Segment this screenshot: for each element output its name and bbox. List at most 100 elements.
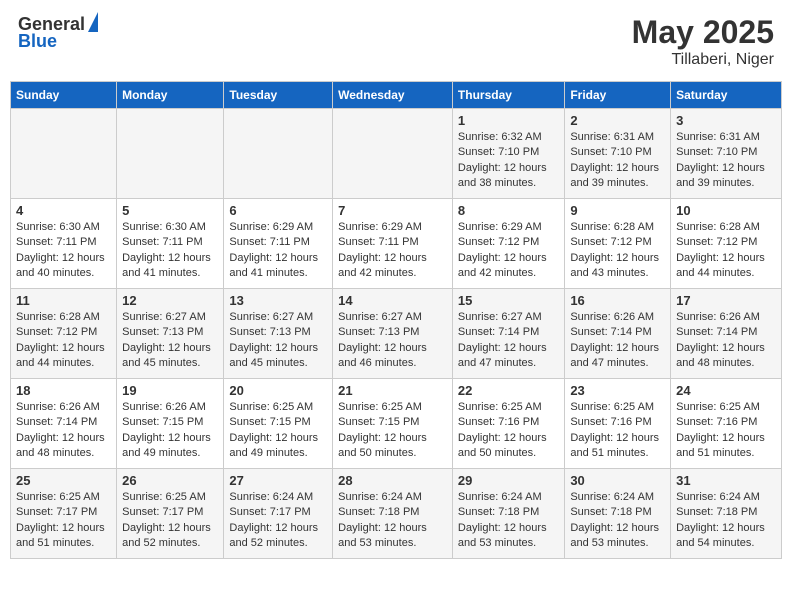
day-number: 14 <box>338 293 447 308</box>
day-number: 30 <box>570 473 665 488</box>
day-number: 20 <box>229 383 327 398</box>
calendar-cell: 26Sunrise: 6:25 AM Sunset: 7:17 PM Dayli… <box>117 469 224 559</box>
day-number: 17 <box>676 293 776 308</box>
header-row: SundayMondayTuesdayWednesdayThursdayFrid… <box>11 82 782 109</box>
calendar-cell: 24 Sunrise: 6:25 AM Sunset: 7:16 PM Dayli… <box>671 379 782 469</box>
day-number: 8 <box>458 203 559 218</box>
day-info: Sunrise: 6:29 AM Sunset: 7:11 PM Dayligh… <box>229 220 327 282</box>
calendar-cell: 16 Sunrise: 6:26 AM Sunset: 7:14 PM Dayli… <box>565 289 671 379</box>
day-number: 21 <box>338 383 447 398</box>
logo-blue-text: Blue <box>18 31 57 52</box>
day-number: 31 <box>676 473 776 488</box>
day-info: Sunrise: 6:25 AM Sunset: 7:17 PM Dayligh… <box>16 490 111 552</box>
calendar-cell <box>117 109 224 199</box>
day-info: Sunrise: 6:26 AM Sunset: 7:15 PM Dayligh… <box>122 400 218 462</box>
logo-triangle-icon <box>88 12 98 32</box>
day-info: Sunrise: 6:29 AM Sunset: 7:12 PM Dayligh… <box>458 220 559 282</box>
day-info: Sunrise: 6:30 AM Sunset: 7:11 PM Dayligh… <box>122 220 218 282</box>
day-number: 5 <box>122 203 218 218</box>
day-header-sunday: Sunday <box>11 82 117 109</box>
calendar-cell: 1Sunrise: 6:32 AM Sunset: 7:10 PM Daylig… <box>452 109 564 199</box>
day-number: 28 <box>338 473 447 488</box>
day-info: Sunrise: 6:31 AM Sunset: 7:10 PM Dayligh… <box>570 130 665 192</box>
day-number: 15 <box>458 293 559 308</box>
calendar-title: May 2025 <box>632 14 774 51</box>
day-number: 12 <box>122 293 218 308</box>
day-info: Sunrise: 6:26 AM Sunset: 7:14 PM Dayligh… <box>676 310 776 372</box>
logo-content: General Blue <box>18 14 98 52</box>
day-info: Sunrise: 6:27 AM Sunset: 7:13 PM Dayligh… <box>338 310 447 372</box>
calendar-header: SundayMondayTuesdayWednesdayThursdayFrid… <box>11 82 782 109</box>
day-number: 24 <box>676 383 776 398</box>
day-number: 7 <box>338 203 447 218</box>
day-number: 23 <box>570 383 665 398</box>
calendar-cell: 18 Sunrise: 6:26 AM Sunset: 7:14 PM Dayli… <box>11 379 117 469</box>
calendar-cell: 30 Sunrise: 6:24 AM Sunset: 7:18 PM Dayli… <box>565 469 671 559</box>
day-number: 19 <box>122 383 218 398</box>
week-row: 25 Sunrise: 6:25 AM Sunset: 7:17 PM Dayli… <box>11 469 782 559</box>
day-info: Sunrise: 6:24 AM Sunset: 7:18 PM Dayligh… <box>676 490 776 552</box>
calendar-cell: 19 Sunrise: 6:26 AM Sunset: 7:15 PM Dayli… <box>117 379 224 469</box>
calendar-body: 1Sunrise: 6:32 AM Sunset: 7:10 PM Daylig… <box>11 109 782 559</box>
day-header-monday: Monday <box>117 82 224 109</box>
day-info: Sunrise: 6:28 AM Sunset: 7:12 PM Dayligh… <box>16 310 111 372</box>
day-info: Sunrise: 6:27 AM Sunset: 7:14 PM Dayligh… <box>458 310 559 372</box>
day-number: 2 <box>570 113 665 128</box>
calendar-cell: 27Sunrise: 6:24 AM Sunset: 7:17 PM Dayli… <box>224 469 333 559</box>
day-info: Sunrise: 6:25 AM Sunset: 7:16 PM Dayligh… <box>676 400 776 462</box>
day-number: 29 <box>458 473 559 488</box>
week-row: 4 Sunrise: 6:30 AM Sunset: 7:11 PM Daylig… <box>11 199 782 289</box>
calendar-cell: 22 Sunrise: 6:25 AM Sunset: 7:16 PM Dayli… <box>452 379 564 469</box>
day-info: Sunrise: 6:25 AM Sunset: 7:17 PM Dayligh… <box>122 490 218 552</box>
day-number: 4 <box>16 203 111 218</box>
day-header-saturday: Saturday <box>671 82 782 109</box>
calendar-cell: 13Sunrise: 6:27 AM Sunset: 7:13 PM Dayli… <box>224 289 333 379</box>
calendar-cell: 10 Sunrise: 6:28 AM Sunset: 7:12 PM Dayli… <box>671 199 782 289</box>
calendar-cell: 5 Sunrise: 6:30 AM Sunset: 7:11 PM Daylig… <box>117 199 224 289</box>
day-info: Sunrise: 6:25 AM Sunset: 7:16 PM Dayligh… <box>458 400 559 462</box>
calendar-cell: 21 Sunrise: 6:25 AM Sunset: 7:15 PM Dayli… <box>333 379 453 469</box>
day-number: 18 <box>16 383 111 398</box>
day-info: Sunrise: 6:29 AM Sunset: 7:11 PM Dayligh… <box>338 220 447 282</box>
calendar-cell: 17 Sunrise: 6:26 AM Sunset: 7:14 PM Dayli… <box>671 289 782 379</box>
calendar-cell: 31 Sunrise: 6:24 AM Sunset: 7:18 PM Dayli… <box>671 469 782 559</box>
day-info: Sunrise: 6:28 AM Sunset: 7:12 PM Dayligh… <box>676 220 776 282</box>
day-number: 13 <box>229 293 327 308</box>
day-info: Sunrise: 6:25 AM Sunset: 7:15 PM Dayligh… <box>338 400 447 462</box>
day-number: 1 <box>458 113 559 128</box>
day-number: 11 <box>16 293 111 308</box>
day-info: Sunrise: 6:26 AM Sunset: 7:14 PM Dayligh… <box>16 400 111 462</box>
day-info: Sunrise: 6:24 AM Sunset: 7:18 PM Dayligh… <box>458 490 559 552</box>
day-number: 3 <box>676 113 776 128</box>
calendar-subtitle: Tillaberi, Niger <box>632 51 774 69</box>
calendar-cell <box>333 109 453 199</box>
calendar-cell: 9Sunrise: 6:28 AM Sunset: 7:12 PM Daylig… <box>565 199 671 289</box>
calendar-cell: 7 Sunrise: 6:29 AM Sunset: 7:11 PM Daylig… <box>333 199 453 289</box>
day-info: Sunrise: 6:30 AM Sunset: 7:11 PM Dayligh… <box>16 220 111 282</box>
day-number: 27 <box>229 473 327 488</box>
calendar-cell: 6Sunrise: 6:29 AM Sunset: 7:11 PM Daylig… <box>224 199 333 289</box>
calendar-cell <box>11 109 117 199</box>
day-info: Sunrise: 6:25 AM Sunset: 7:16 PM Dayligh… <box>570 400 665 462</box>
day-number: 10 <box>676 203 776 218</box>
day-info: Sunrise: 6:28 AM Sunset: 7:12 PM Dayligh… <box>570 220 665 282</box>
day-number: 22 <box>458 383 559 398</box>
calendar-table: SundayMondayTuesdayWednesdayThursdayFrid… <box>10 81 782 559</box>
calendar-cell: 20 Sunrise: 6:25 AM Sunset: 7:15 PM Dayli… <box>224 379 333 469</box>
calendar-cell: 3 Sunrise: 6:31 AM Sunset: 7:10 PM Daylig… <box>671 109 782 199</box>
calendar-cell: 14 Sunrise: 6:27 AM Sunset: 7:13 PM Dayli… <box>333 289 453 379</box>
day-number: 25 <box>16 473 111 488</box>
day-info: Sunrise: 6:26 AM Sunset: 7:14 PM Dayligh… <box>570 310 665 372</box>
week-row: 11 Sunrise: 6:28 AM Sunset: 7:12 PM Dayli… <box>11 289 782 379</box>
calendar-cell: 2 Sunrise: 6:31 AM Sunset: 7:10 PM Daylig… <box>565 109 671 199</box>
day-info: Sunrise: 6:31 AM Sunset: 7:10 PM Dayligh… <box>676 130 776 192</box>
calendar-cell: 29 Sunrise: 6:24 AM Sunset: 7:18 PM Dayli… <box>452 469 564 559</box>
day-info: Sunrise: 6:24 AM Sunset: 7:18 PM Dayligh… <box>570 490 665 552</box>
calendar-cell: 28Sunrise: 6:24 AM Sunset: 7:18 PM Dayli… <box>333 469 453 559</box>
calendar-cell: 12Sunrise: 6:27 AM Sunset: 7:13 PM Dayli… <box>117 289 224 379</box>
day-number: 16 <box>570 293 665 308</box>
day-header-thursday: Thursday <box>452 82 564 109</box>
day-info: Sunrise: 6:25 AM Sunset: 7:15 PM Dayligh… <box>229 400 327 462</box>
logo: General Blue <box>18 14 98 52</box>
title-area: May 2025 Tillaberi, Niger <box>632 14 774 69</box>
